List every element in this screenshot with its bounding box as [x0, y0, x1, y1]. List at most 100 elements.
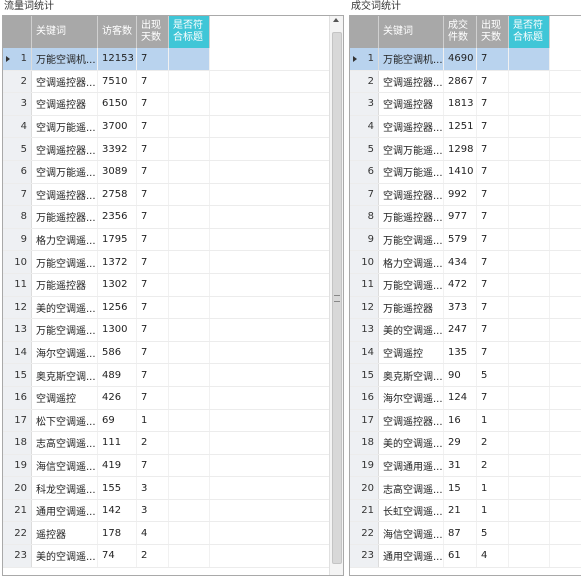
days-cell[interactable]: 2 — [137, 432, 169, 454]
keyword-cell[interactable]: 万能遥控器... — [32, 206, 98, 228]
column-header-days[interactable]: 出现天数 — [137, 16, 169, 48]
value-cell[interactable]: 419 — [98, 454, 137, 477]
table-row[interactable]: 8 万能遥控器... 977 7 — [350, 206, 581, 229]
title-match-cell[interactable] — [169, 432, 210, 454]
table-row[interactable]: 14 海尔空调遥... 586 7 — [3, 341, 343, 365]
days-cell[interactable]: 2 — [137, 545, 169, 567]
title-match-cell[interactable] — [169, 273, 210, 296]
table-row[interactable]: 19 空调通用遥... 31 2 — [350, 454, 581, 478]
value-cell[interactable]: 7510 — [98, 70, 137, 93]
title-match-cell[interactable] — [169, 341, 210, 364]
value-cell[interactable]: 1298 — [444, 138, 477, 160]
title-match-cell[interactable] — [169, 296, 210, 319]
title-match-cell[interactable] — [509, 183, 550, 206]
table-row[interactable]: 6 空调万能遥... 3089 7 — [3, 160, 343, 184]
keyword-cell[interactable]: 格力空调遥... — [379, 251, 444, 273]
table-row[interactable]: 19 海信空调遥... 419 7 — [3, 454, 343, 478]
title-match-cell[interactable] — [509, 273, 550, 296]
table-row[interactable]: 8 万能遥控器... 2356 7 — [3, 206, 343, 229]
table-row[interactable]: 11 万能遥控器 1302 7 — [3, 273, 343, 297]
days-cell[interactable]: 1 — [477, 499, 509, 522]
days-cell[interactable]: 7 — [477, 341, 509, 364]
keyword-cell[interactable]: 空调遥控器... — [379, 115, 444, 138]
keyword-cell[interactable]: 万能遥控器 — [32, 273, 98, 296]
keyword-cell[interactable]: 空调万能遥... — [379, 160, 444, 183]
table-row[interactable]: 3 空调遥控器 1813 7 — [350, 93, 581, 116]
table-row[interactable]: 14 空调遥控 135 7 — [350, 341, 581, 365]
value-cell[interactable]: 1300 — [98, 319, 137, 341]
value-cell[interactable]: 586 — [98, 341, 137, 364]
value-cell[interactable]: 1795 — [98, 228, 137, 251]
keyword-cell[interactable]: 志高空调遥... — [32, 432, 98, 454]
days-cell[interactable]: 7 — [477, 93, 509, 115]
value-cell[interactable]: 4690 — [444, 48, 477, 70]
title-match-cell[interactable] — [169, 138, 210, 160]
table-row[interactable]: 17 松下空调遥... 69 1 — [3, 409, 343, 433]
value-cell[interactable]: 3392 — [98, 138, 137, 160]
keyword-cell[interactable]: 万能空调机... — [379, 48, 444, 70]
value-cell[interactable]: 2758 — [98, 183, 137, 206]
table-row[interactable]: 21 长虹空调遥... 21 1 — [350, 499, 581, 523]
value-cell[interactable]: 1251 — [444, 115, 477, 138]
days-cell[interactable]: 7 — [477, 138, 509, 160]
days-cell[interactable]: 7 — [137, 48, 169, 70]
keyword-cell[interactable]: 空调遥控 — [32, 386, 98, 409]
days-cell[interactable]: 7 — [137, 364, 169, 386]
value-cell[interactable]: 2356 — [98, 206, 137, 228]
title-match-cell[interactable] — [509, 364, 550, 386]
keyword-cell[interactable]: 松下空调遥... — [32, 409, 98, 432]
title-match-cell[interactable] — [509, 251, 550, 273]
days-cell[interactable]: 7 — [477, 251, 509, 273]
days-cell[interactable]: 7 — [477, 48, 509, 70]
keyword-cell[interactable]: 空调遥控器... — [379, 70, 444, 93]
table-row[interactable]: 10 格力空调遥... 434 7 — [350, 251, 581, 274]
table-row[interactable]: 7 空调遥控器... 992 7 — [350, 183, 581, 207]
days-cell[interactable]: 7 — [137, 93, 169, 115]
value-cell[interactable]: 1256 — [98, 296, 137, 319]
table-row[interactable]: 20 志高空调遥... 15 1 — [350, 477, 581, 500]
table-row[interactable]: 1 万能空调机... 12153 7 — [3, 48, 343, 71]
days-cell[interactable]: 7 — [477, 319, 509, 341]
table-row[interactable]: 10 万能空调遥... 1372 7 — [3, 251, 343, 274]
days-cell[interactable]: 2 — [477, 432, 509, 454]
table-row[interactable]: 1 万能空调机... 4690 7 — [350, 48, 581, 71]
title-match-cell[interactable] — [509, 545, 550, 567]
value-cell[interactable]: 124 — [444, 386, 477, 409]
days-cell[interactable]: 7 — [137, 273, 169, 296]
title-match-cell[interactable] — [509, 206, 550, 228]
table-row[interactable]: 4 空调万能遥... 3700 7 — [3, 115, 343, 139]
value-cell[interactable]: 247 — [444, 319, 477, 341]
days-cell[interactable]: 7 — [477, 228, 509, 251]
keyword-cell[interactable]: 美的空调遥... — [32, 545, 98, 567]
keyword-cell[interactable]: 长虹空调遥... — [379, 499, 444, 522]
value-cell[interactable]: 579 — [444, 228, 477, 251]
value-cell[interactable]: 6150 — [98, 93, 137, 115]
value-cell[interactable]: 90 — [444, 364, 477, 386]
value-cell[interactable]: 1372 — [98, 251, 137, 273]
title-match-cell[interactable] — [509, 70, 550, 93]
title-match-cell[interactable] — [509, 432, 550, 454]
keyword-cell[interactable]: 海信空调遥... — [32, 454, 98, 477]
days-cell[interactable]: 3 — [137, 499, 169, 522]
column-header-keyword[interactable]: 关键词 — [32, 16, 98, 48]
table-row[interactable]: 2 空调遥控器... 2867 7 — [350, 70, 581, 94]
days-cell[interactable]: 7 — [137, 183, 169, 206]
title-match-cell[interactable] — [509, 93, 550, 115]
days-cell[interactable]: 7 — [137, 454, 169, 477]
value-cell[interactable]: 977 — [444, 206, 477, 228]
title-match-cell[interactable] — [169, 228, 210, 251]
title-match-cell[interactable] — [169, 183, 210, 206]
table-row[interactable]: 11 万能空调遥... 472 7 — [350, 273, 581, 297]
keyword-cell[interactable]: 万能空调遥... — [379, 273, 444, 296]
keyword-cell[interactable]: 万能空调遥... — [32, 319, 98, 341]
table-row[interactable]: 12 万能遥控器 373 7 — [350, 296, 581, 320]
title-match-cell[interactable] — [169, 499, 210, 522]
days-cell[interactable]: 7 — [477, 183, 509, 206]
days-cell[interactable]: 7 — [477, 386, 509, 409]
table-row[interactable]: 4 空调遥控器... 1251 7 — [350, 115, 581, 139]
table-row[interactable]: 21 通用空调遥... 142 3 — [3, 499, 343, 523]
days-cell[interactable]: 7 — [137, 206, 169, 228]
value-cell[interactable]: 69 — [98, 409, 137, 432]
value-cell[interactable]: 992 — [444, 183, 477, 206]
days-cell[interactable]: 7 — [137, 251, 169, 273]
